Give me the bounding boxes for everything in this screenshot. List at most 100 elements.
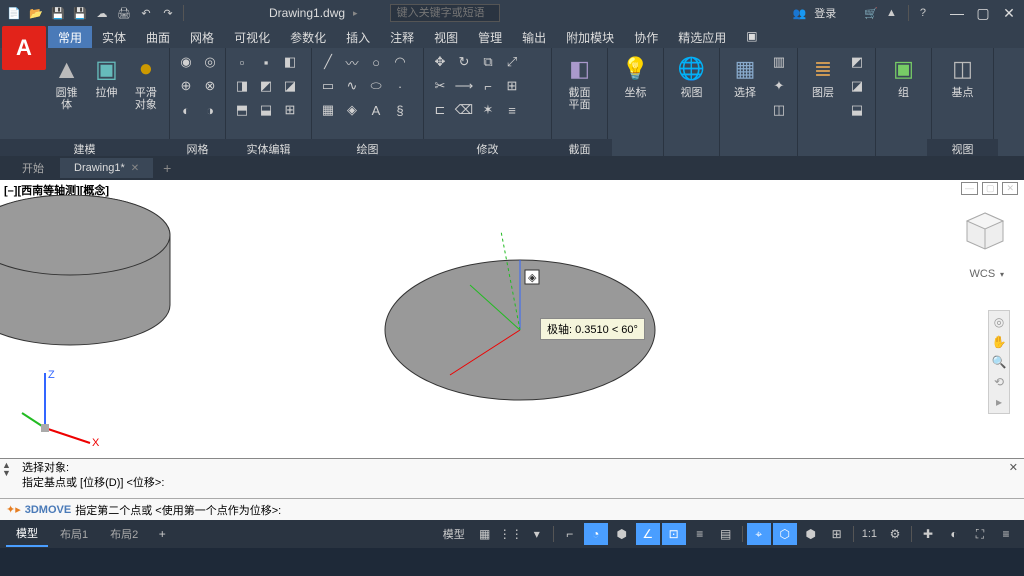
gear-icon[interactable]: ⚙: [883, 523, 907, 545]
tab-surface[interactable]: 曲面: [136, 26, 180, 48]
ortho-icon[interactable]: ⌐: [558, 523, 582, 545]
tab-annotate[interactable]: 注释: [380, 26, 424, 48]
signin-icon[interactable]: 👥: [793, 7, 807, 20]
vp-min-icon[interactable]: —: [961, 182, 978, 195]
drawing-canvas[interactable]: [–][西南等轴测][概念] — ▢ ✕ ◈ 极轴: 0.3510 < 60° …: [0, 180, 1024, 458]
dropdown-icon[interactable]: ▸: [353, 8, 358, 19]
arc-icon[interactable]: ◠: [389, 51, 411, 73]
nav-wheel-icon[interactable]: ◎: [994, 315, 1004, 329]
view-button[interactable]: 🌐 视图: [669, 51, 714, 101]
doc-tab-drawing1[interactable]: Drawing1*✕: [60, 158, 153, 178]
rect-icon[interactable]: ▭: [317, 75, 339, 97]
lineweight-icon[interactable]: ≡: [688, 523, 712, 545]
otrack-icon[interactable]: ⊡: [662, 523, 686, 545]
layer-state-icon[interactable]: ◩: [846, 51, 868, 73]
tab-parametric[interactable]: 参数化: [280, 26, 336, 48]
se-icon-2[interactable]: ▪: [255, 51, 277, 73]
login-button[interactable]: 登录: [814, 5, 836, 21]
dyninput-icon[interactable]: ⊞: [825, 523, 849, 545]
snap-menu-icon[interactable]: ▾: [525, 523, 549, 545]
transparency-icon[interactable]: ▤: [714, 523, 738, 545]
layout-tab-1[interactable]: 布局1: [50, 522, 98, 546]
add-layout-button[interactable]: +: [150, 523, 174, 545]
snap-icon[interactable]: ⋮⋮: [499, 523, 523, 545]
isolate-icon[interactable]: ✚: [916, 523, 940, 545]
panel-title-solidedit[interactable]: 实体编辑: [221, 139, 316, 156]
scale-icon[interactable]: ⤢: [501, 51, 523, 73]
se-icon-7[interactable]: ⬒: [231, 99, 253, 121]
tab-overflow[interactable]: ▣: [736, 26, 767, 48]
hatch-icon[interactable]: ▦: [317, 99, 339, 121]
polyline-icon[interactable]: 〰: [341, 51, 363, 73]
se-icon-4[interactable]: ◨: [231, 75, 253, 97]
explode-icon[interactable]: ✶: [477, 99, 499, 121]
offset-icon[interactable]: ⊏: [429, 99, 451, 121]
move-icon[interactable]: ✥: [429, 51, 451, 73]
se-icon-5[interactable]: ◩: [255, 75, 277, 97]
tab-solid[interactable]: 实体: [92, 26, 136, 48]
doc-tab-start[interactable]: 开始: [8, 156, 58, 180]
tab-featured[interactable]: 精选应用: [668, 26, 736, 48]
circle-icon[interactable]: ○: [365, 51, 387, 73]
panel-title-modify[interactable]: 修改: [419, 139, 556, 156]
region-icon[interactable]: ◈: [341, 99, 363, 121]
extrude-button[interactable]: ▣ 拉伸: [88, 51, 124, 153]
osnap-icon[interactable]: ∠: [636, 523, 660, 545]
panel-title-draw[interactable]: 绘图: [307, 139, 428, 156]
help-icon[interactable]: ?: [920, 7, 926, 19]
clean-screen-icon[interactable]: ⛶: [968, 523, 992, 545]
text-icon[interactable]: A: [365, 99, 387, 121]
nav-pan-icon[interactable]: ✋: [992, 335, 1007, 349]
app-logo[interactable]: A: [2, 26, 46, 70]
panel-title-view[interactable]: 视图: [927, 139, 998, 156]
group-button[interactable]: ▣ 组: [881, 51, 926, 101]
search-input[interactable]: [390, 4, 500, 22]
base-button[interactable]: ◫ 基点: [937, 51, 988, 101]
select-button[interactable]: ▦ 选择: [725, 51, 765, 153]
smooth-button[interactable]: ● 平滑对象: [128, 51, 164, 153]
new-icon[interactable]: 📄: [4, 3, 24, 23]
undo-icon[interactable]: ↶: [136, 3, 156, 23]
redo-icon[interactable]: ↷: [158, 3, 178, 23]
vp-max-icon[interactable]: ▢: [982, 182, 999, 195]
layer-button[interactable]: ≣ 图层: [803, 51, 843, 153]
point-icon[interactable]: ·: [389, 75, 411, 97]
hardware-accel-icon[interactable]: ◐: [942, 523, 966, 545]
model-space-button[interactable]: 模型: [437, 523, 471, 545]
command-line[interactable]: ✦▸ 3DMOVE 指定第二个点或 <使用第一个点作为位移>:: [0, 498, 1024, 520]
gizmo-icon[interactable]: ✦: [768, 75, 790, 97]
tab-home[interactable]: 常用: [48, 26, 92, 48]
save-icon[interactable]: 💾: [48, 3, 68, 23]
plot-icon[interactable]: 🖨: [114, 3, 134, 23]
view-cube[interactable]: [964, 210, 1006, 252]
layer-prop-icon[interactable]: ⬓: [846, 99, 868, 121]
tab-addins[interactable]: 附加模块: [556, 26, 624, 48]
nav-zoom-icon[interactable]: 🔍: [992, 355, 1007, 369]
panel-title-modeling[interactable]: 建模: [0, 139, 174, 156]
saveas-icon[interactable]: 💾: [70, 3, 90, 23]
trim-icon[interactable]: ✂: [429, 75, 451, 97]
tab-collab[interactable]: 协作: [624, 26, 668, 48]
maximize-button[interactable]: ▢: [972, 4, 994, 22]
mesh-icon-2[interactable]: ◎: [199, 51, 221, 73]
se-icon-1[interactable]: ▫: [231, 51, 253, 73]
array-icon[interactable]: ⊞: [501, 75, 523, 97]
mesh-icon-6[interactable]: ◑: [199, 99, 221, 121]
mesh-icon-3[interactable]: ⊕: [175, 75, 197, 97]
share-icon[interactable]: ▲: [886, 7, 897, 19]
iso-icon[interactable]: ⬢: [610, 523, 634, 545]
section-button[interactable]: ◧ 截面 平面: [557, 51, 602, 113]
grid-icon[interactable]: ▦: [473, 523, 497, 545]
cmd-expand-icon[interactable]: ▲▼: [2, 461, 11, 477]
mesh-icon-1[interactable]: ◉: [175, 51, 197, 73]
zoom-label[interactable]: 1:1: [858, 528, 881, 540]
cmd-close-icon[interactable]: ✕: [1009, 461, 1018, 476]
erase-icon[interactable]: ⌫: [453, 99, 475, 121]
nav-orbit-icon[interactable]: ⟲: [994, 375, 1004, 389]
mirror-icon[interactable]: ⧉: [477, 51, 499, 73]
add-tab-button[interactable]: +: [155, 160, 179, 176]
se-icon-8[interactable]: ⬓: [255, 99, 277, 121]
minimize-button[interactable]: —: [946, 4, 968, 22]
rotate-icon[interactable]: ↻: [453, 51, 475, 73]
layout-tab-2[interactable]: 布局2: [100, 522, 148, 546]
